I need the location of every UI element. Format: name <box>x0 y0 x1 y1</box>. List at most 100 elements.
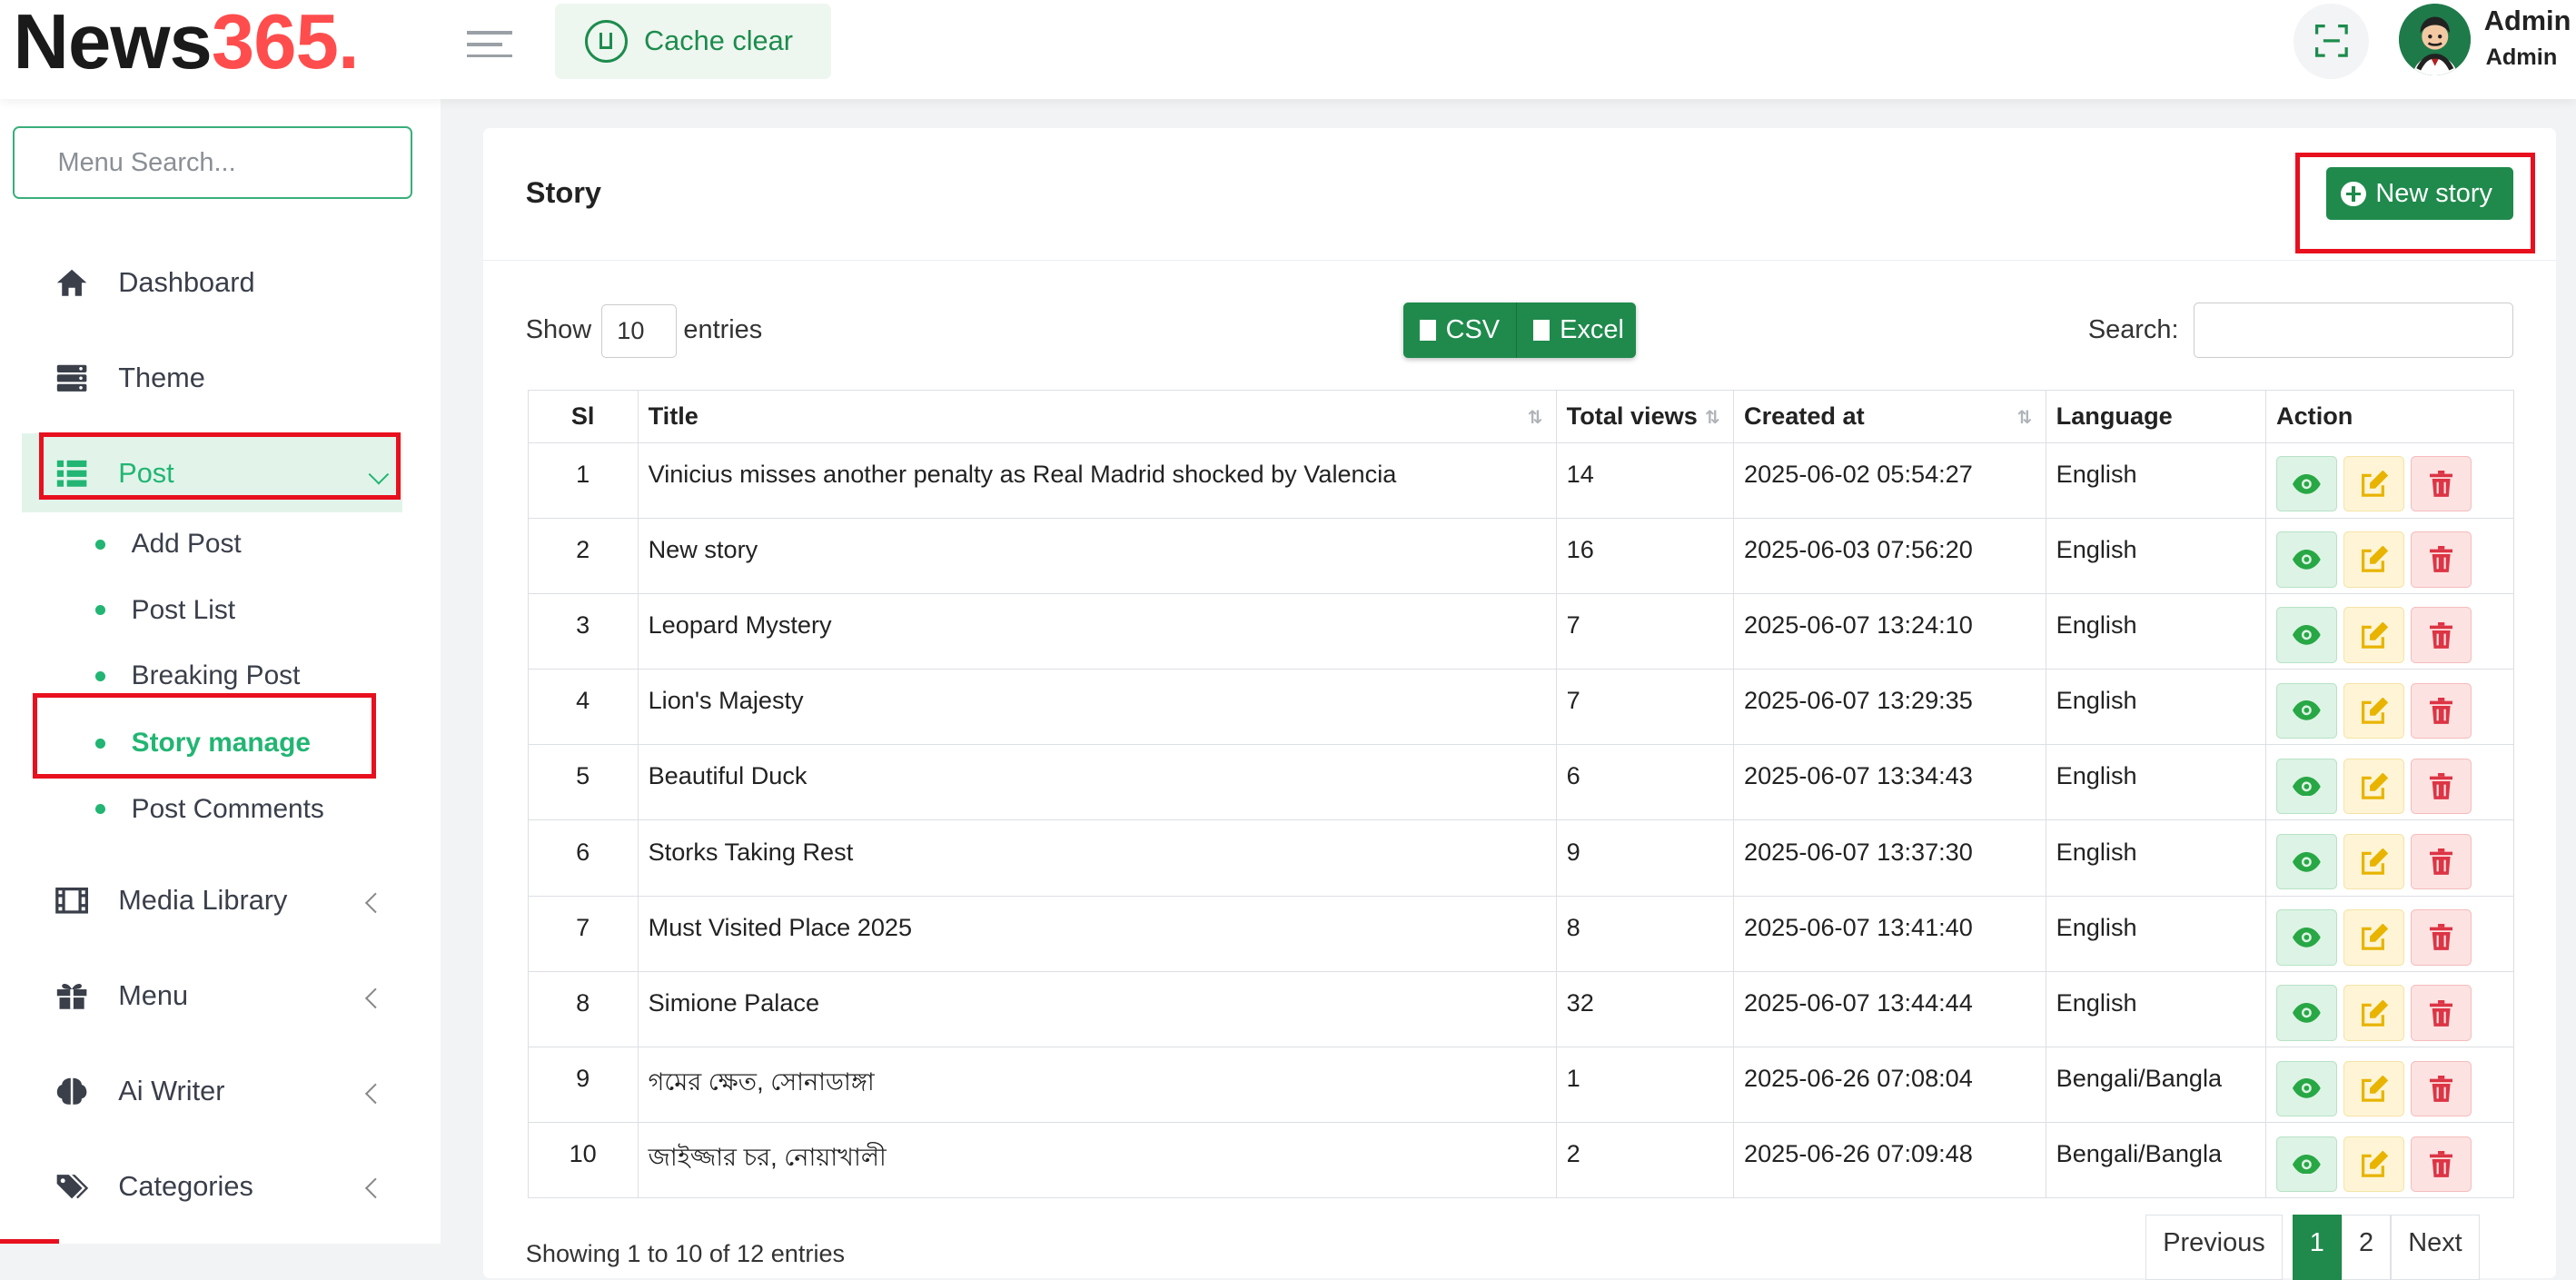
cell-title: Beautiful Duck <box>637 744 1557 821</box>
cell-action <box>2265 592 2515 670</box>
edit-icon <box>2360 546 2388 573</box>
view-button[interactable] <box>2275 833 2337 890</box>
view-button[interactable] <box>2275 607 2337 663</box>
trash-icon <box>2430 1150 2453 1177</box>
column-header-total-views[interactable]: Total views ⇅ <box>1555 389 1735 443</box>
user-role: Admin <box>2485 44 2558 70</box>
column-header-sl[interactable]: Sl <box>527 389 639 443</box>
trash-icon <box>2430 999 2453 1027</box>
cell-sl: 3 <box>527 592 639 670</box>
cell-created-at: 2025-06-07 13:34:43 <box>1733 744 2046 821</box>
edit-icon <box>2360 924 2388 951</box>
eye-icon <box>2293 550 2321 570</box>
delete-button[interactable] <box>2411 833 2472 890</box>
view-button[interactable] <box>2275 1136 2337 1193</box>
table-search-input[interactable] <box>2193 302 2514 359</box>
submenu-item-post-list[interactable]: Post List <box>94 595 235 626</box>
view-button[interactable] <box>2275 758 2337 815</box>
cell-created-at: 2025-06-07 13:37:30 <box>1733 819 2046 897</box>
gift-icon <box>55 981 88 1011</box>
sidebar-item-media-library[interactable]: Media Library <box>55 884 387 916</box>
file-excel-icon <box>1533 319 1551 342</box>
submenu-item-add-post[interactable]: Add Post <box>94 529 242 560</box>
eye-icon <box>2293 1154 2321 1175</box>
delete-button[interactable] <box>2411 909 2472 966</box>
home-icon <box>55 268 88 298</box>
edit-icon <box>2360 1075 2388 1102</box>
edit-button[interactable] <box>2343 758 2405 815</box>
edit-button[interactable] <box>2343 985 2405 1041</box>
brand-logo-part1: News <box>13 0 212 86</box>
csv-export-button[interactable]: CSV <box>1403 303 1517 358</box>
sidebar-item-ai-writer[interactable]: Ai Writer <box>55 1075 387 1106</box>
column-header-created-at[interactable]: Created at ⇅ <box>1733 389 2046 443</box>
cell-language: English <box>2045 442 2267 519</box>
column-header-title[interactable]: Title ⇅ <box>637 389 1557 443</box>
edit-button[interactable] <box>2343 909 2405 966</box>
pagination-page-2[interactable]: 2 <box>2341 1214 2392 1280</box>
cache-clear-button[interactable]: Cache clear <box>555 3 832 79</box>
fullscreen-button[interactable] <box>2293 3 2370 79</box>
eye-icon <box>2293 851 2321 872</box>
brand-logo[interactable]: News365. <box>13 0 359 89</box>
view-button[interactable] <box>2275 985 2337 1041</box>
edit-button[interactable] <box>2343 682 2405 739</box>
edit-icon <box>2360 773 2388 799</box>
delete-button[interactable] <box>2411 607 2472 663</box>
view-button[interactable] <box>2275 531 2337 588</box>
cell-language: Bengali/Bangla <box>2045 1122 2267 1199</box>
submenu-item-breaking-post[interactable]: Breaking Post <box>94 660 300 691</box>
sidebar-item-menu[interactable]: Menu <box>55 979 387 1011</box>
cell-sl: 1 <box>527 442 639 519</box>
view-button[interactable] <box>2275 456 2337 512</box>
menu-search-input[interactable] <box>13 126 412 199</box>
cell-total-views: 7 <box>1555 669 1735 746</box>
sidebar-item-dashboard[interactable]: Dashboard <box>55 266 255 298</box>
view-button[interactable] <box>2275 682 2337 739</box>
pagination-next[interactable]: Next <box>2391 1214 2480 1280</box>
submenu-item-post-comments[interactable]: Post Comments <box>94 794 324 825</box>
eye-icon <box>2293 776 2321 797</box>
edit-button[interactable] <box>2343 607 2405 663</box>
fullscreen-icon <box>2314 25 2348 58</box>
delete-button[interactable] <box>2411 1060 2472 1116</box>
view-button[interactable] <box>2275 909 2337 966</box>
cell-action <box>2265 669 2515 746</box>
entries-per-page-select[interactable] <box>600 303 678 359</box>
edit-button[interactable] <box>2343 531 2405 588</box>
eye-icon <box>2293 928 2321 948</box>
csv-label: CSV <box>1445 315 1501 345</box>
sort-icon: ⇅ <box>1527 407 1543 428</box>
sidebar-item-categories[interactable]: Categories <box>55 1170 387 1202</box>
edit-button[interactable] <box>2343 456 2405 512</box>
user-name[interactable]: Admin <box>2484 5 2571 37</box>
edit-button[interactable] <box>2343 833 2405 890</box>
excel-export-button[interactable]: Excel <box>1516 302 1640 359</box>
delete-button[interactable] <box>2411 531 2472 588</box>
trash-icon <box>2430 848 2453 876</box>
pagination-page-1[interactable]: 1 <box>2292 1214 2342 1280</box>
chevron-left-icon <box>364 987 387 1009</box>
film-icon <box>55 886 89 916</box>
delete-button[interactable] <box>2411 758 2472 815</box>
column-header-action: Action <box>2265 389 2515 443</box>
table-row: 8 Simione Palace 32 2025-06-07 13:44:44 Engl… <box>527 970 2515 1048</box>
cell-language: English <box>2045 744 2267 821</box>
delete-button[interactable] <box>2411 456 2472 512</box>
pagination-previous[interactable]: Previous <box>2145 1214 2283 1280</box>
cell-title: Storks Taking Rest <box>637 819 1557 897</box>
sidebar-item-label: Ai Writer <box>118 1074 225 1106</box>
sidebar-item-theme[interactable]: Theme <box>55 362 205 393</box>
avatar[interactable] <box>2398 3 2472 76</box>
edit-button[interactable] <box>2343 1136 2405 1193</box>
table-row: 1 Vinicius misses another penalty as Real… <box>527 442 2515 519</box>
edit-button[interactable] <box>2343 1060 2405 1116</box>
chevron-left-icon <box>364 1083 387 1105</box>
delete-button[interactable] <box>2411 985 2472 1041</box>
delete-button[interactable] <box>2411 1136 2472 1193</box>
menu-toggle-icon[interactable] <box>466 23 513 62</box>
bullet-icon <box>94 539 105 550</box>
view-button[interactable] <box>2275 1060 2337 1116</box>
delete-button[interactable] <box>2411 682 2472 739</box>
table-row: 3 Leopard Mystery 7 2025-06-07 13:24:10 Engl… <box>527 592 2515 670</box>
